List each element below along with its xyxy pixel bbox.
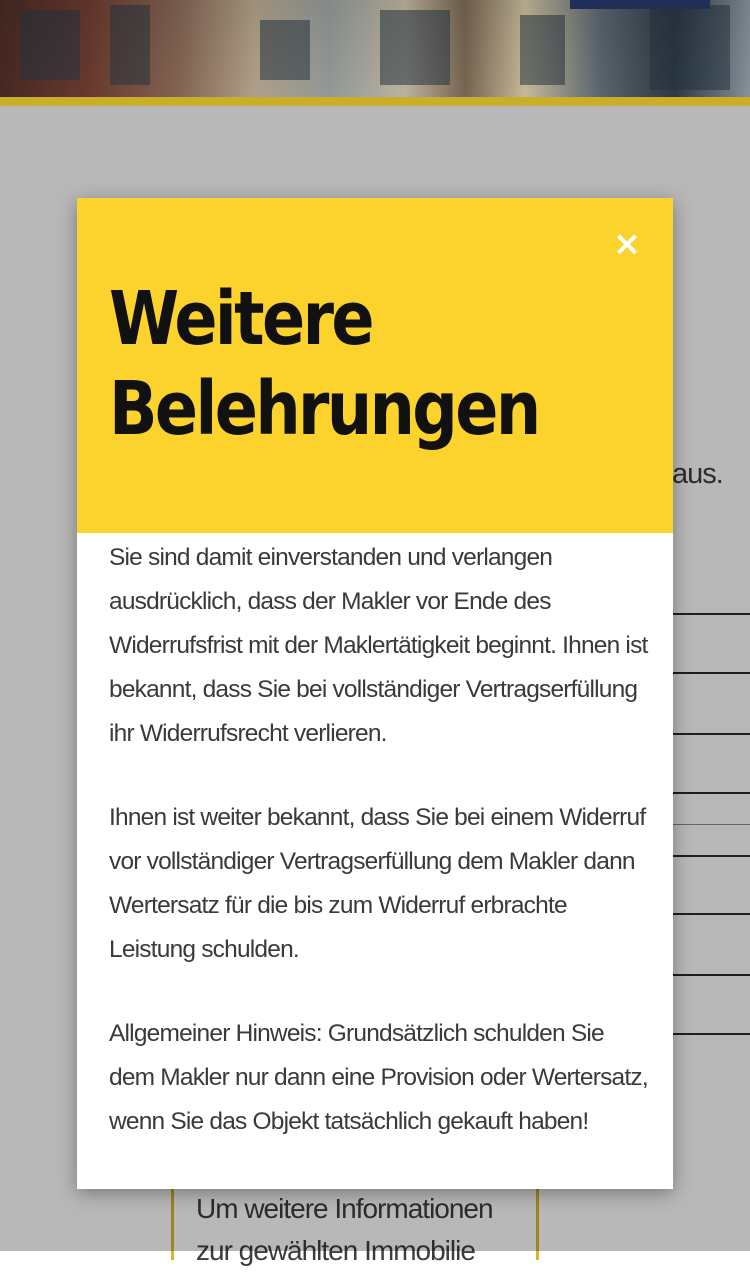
hero-image: [0, 0, 750, 97]
modal-paragraph: Ihnen ist weiter bekannt, dass Sie bei e…: [109, 804, 646, 963]
modal-title: Weitere Belehrungen: [109, 276, 541, 452]
close-icon[interactable]: ×: [607, 224, 647, 264]
modal-dialog: × Weitere Belehrungen Sie sind damit ein…: [77, 198, 673, 1189]
hero-cta-button[interactable]: [570, 0, 710, 9]
modal-body: Sie sind damit einverstanden und verlang…: [109, 536, 649, 1184]
modal-paragraph: Allgemeiner Hinweis: Grundsätzlich schul…: [109, 1020, 649, 1135]
modal-header: × Weitere Belehrungen: [77, 198, 673, 533]
modal-paragraph: Sie sind damit einverstanden und verlang…: [109, 544, 648, 747]
accent-divider: [0, 97, 750, 106]
